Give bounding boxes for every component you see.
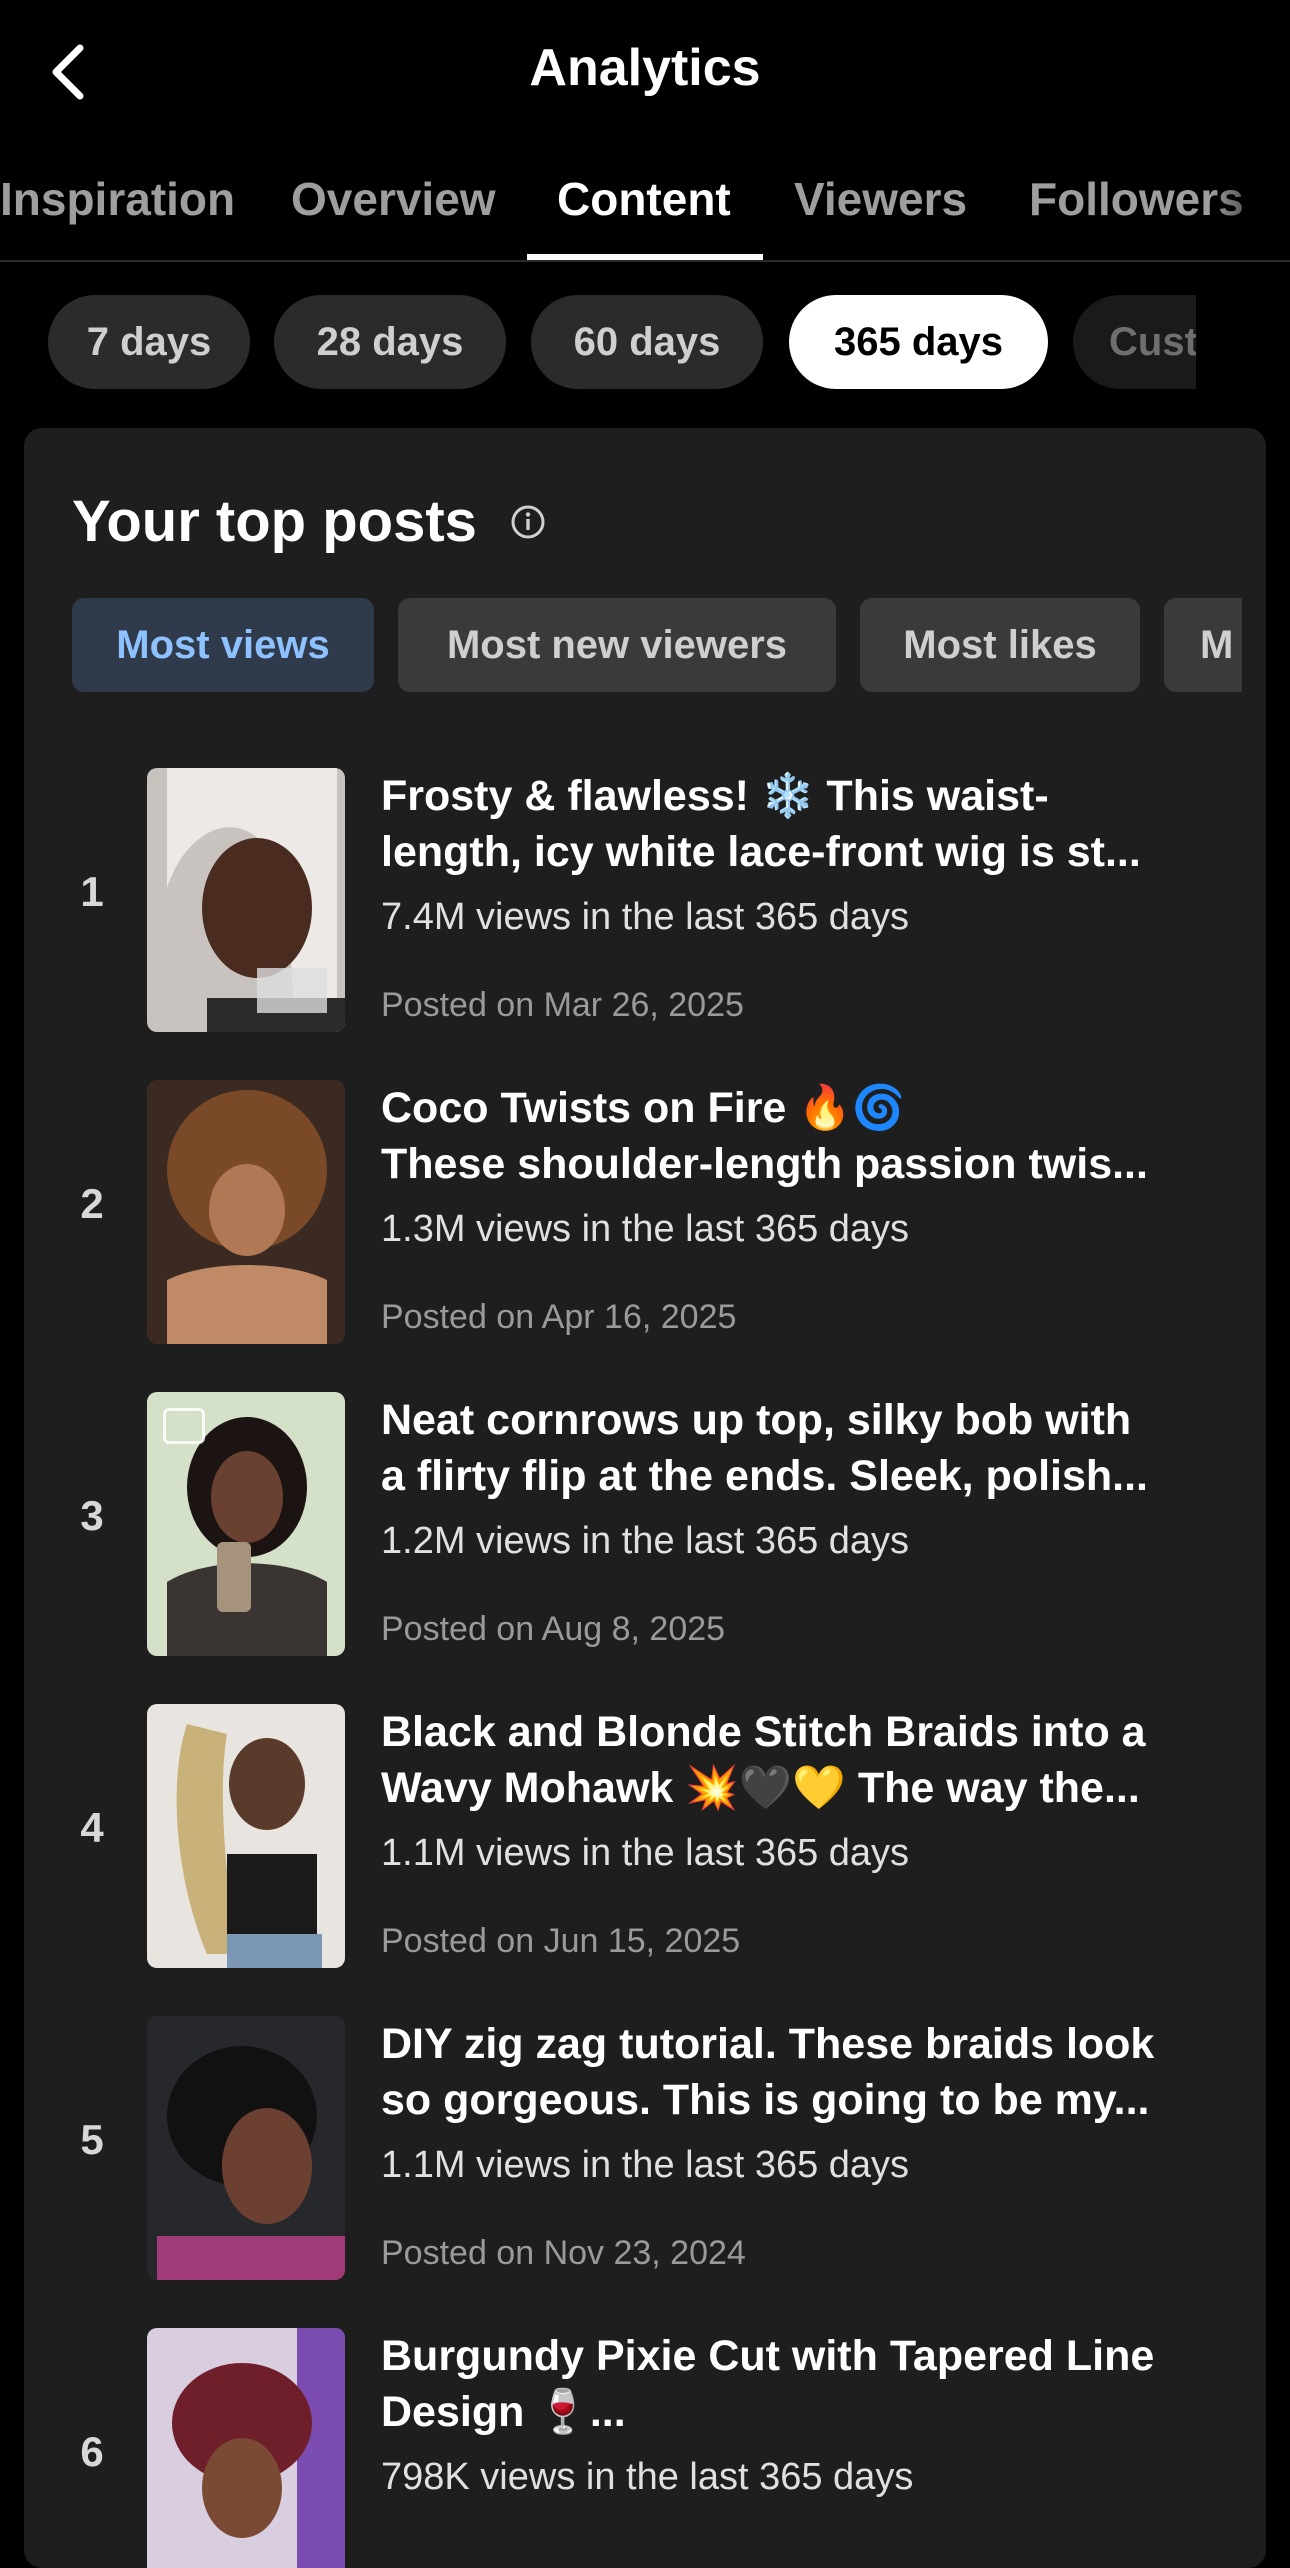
post-thumbnail bbox=[147, 1392, 345, 1656]
header: Analytics bbox=[0, 0, 1290, 140]
sort-filters: Most views Most new viewers Most likes M bbox=[72, 598, 1242, 698]
range-7-days[interactable]: 7 days bbox=[48, 295, 250, 389]
filter-most-views[interactable]: Most views bbox=[72, 598, 374, 692]
post-thumbnail bbox=[147, 2016, 345, 2280]
post-row[interactable]: 1 Frosty & flawless! ❄️ This waist- leng… bbox=[24, 768, 1266, 1058]
post-title: DIY zig zag tutorial. These braids look … bbox=[381, 2020, 1155, 2124]
post-date: Posted on Mar 26, 2025 bbox=[381, 986, 744, 1024]
chips-scroll-edge bbox=[1196, 295, 1290, 391]
post-title: Frosty & flawless! ❄️ This waist- length… bbox=[381, 772, 1141, 876]
info-icon[interactable] bbox=[510, 504, 546, 540]
post-row[interactable]: 3 Neat cornrows up top, silky bob with a… bbox=[24, 1392, 1266, 1682]
post-rank: 5 bbox=[80, 2116, 104, 2163]
post-rank: 2 bbox=[80, 1180, 104, 1227]
post-row[interactable]: 5 DIY zig zag tutorial. These braids loo… bbox=[24, 2016, 1266, 2306]
post-date: Posted on Nov 23, 2024 bbox=[381, 2234, 746, 2272]
post-views: 7.4M views in the last 365 days bbox=[381, 896, 910, 938]
post-thumbnail bbox=[147, 1704, 345, 1968]
tab-scroll-fade bbox=[1210, 160, 1290, 260]
filter-more[interactable]: M bbox=[1164, 598, 1242, 692]
post-thumbnail bbox=[147, 1080, 345, 1344]
post-rank: 1 bbox=[80, 868, 104, 915]
post-rank: 4 bbox=[80, 1804, 104, 1851]
tab-content[interactable]: Content bbox=[557, 172, 731, 226]
filter-most-new-viewers[interactable]: Most new viewers bbox=[398, 598, 836, 692]
post-thumbnail bbox=[147, 768, 345, 1032]
post-title: Coco Twists on Fire 🔥🌀 These shoulder-le… bbox=[381, 1084, 1148, 1188]
post-views: 798K views in the last 365 days bbox=[381, 2456, 914, 2498]
post-views: 1.1M views in the last 365 days bbox=[381, 2144, 910, 2186]
post-row[interactable]: 4 Black and Blonde Stitch Braids into a … bbox=[24, 1704, 1266, 1994]
tab-viewers[interactable]: Viewers bbox=[794, 172, 967, 226]
range-365-days[interactable]: 365 days bbox=[789, 295, 1048, 389]
tab-bar: Inspiration Overview Content Viewers Fol… bbox=[0, 160, 1290, 262]
post-title: Black and Blonde Stitch Braids into a Wa… bbox=[381, 1708, 1146, 1812]
post-views: 1.2M views in the last 365 days bbox=[381, 1520, 910, 1562]
post-row[interactable]: 2 Coco Twists on Fire 🔥🌀 These shoulder-… bbox=[24, 1080, 1266, 1370]
date-range-chips: 7 days 28 days 60 days 365 days Custom bbox=[0, 295, 1290, 391]
post-views: 1.1M views in the last 365 days bbox=[381, 1832, 910, 1874]
top-posts-panel: Your top posts Most views Most new viewe… bbox=[24, 428, 1266, 2568]
post-date: Posted on Jun 15, 2025 bbox=[381, 1922, 741, 1960]
post-row[interactable]: 6 Burgundy Pixie Cut with Tapered Line D… bbox=[24, 2328, 1266, 2568]
range-60-days[interactable]: 60 days bbox=[531, 295, 763, 389]
post-title: Neat cornrows up top, silky bob with a f… bbox=[381, 1396, 1149, 1500]
post-rank: 3 bbox=[80, 1492, 104, 1539]
page-title: Analytics bbox=[529, 39, 761, 97]
post-rank: 6 bbox=[80, 2428, 104, 2475]
panel-title: Your top posts bbox=[72, 489, 477, 554]
range-28-days[interactable]: 28 days bbox=[274, 295, 506, 389]
filter-most-likes[interactable]: Most likes bbox=[860, 598, 1140, 692]
tab-inspiration[interactable]: Inspiration bbox=[0, 172, 235, 226]
post-views: 1.3M views in the last 365 days bbox=[381, 1208, 910, 1250]
tab-overview[interactable]: Overview bbox=[291, 172, 496, 226]
post-date: Posted on Aug 8, 2025 bbox=[381, 1610, 726, 1648]
active-tab-indicator bbox=[527, 254, 763, 260]
image-post-icon bbox=[163, 1408, 205, 1444]
post-date: Posted on Apr 16, 2025 bbox=[381, 1298, 737, 1336]
post-thumbnail bbox=[147, 2328, 345, 2568]
post-title: Burgundy Pixie Cut with Tapered Line Des… bbox=[381, 2332, 1155, 2436]
